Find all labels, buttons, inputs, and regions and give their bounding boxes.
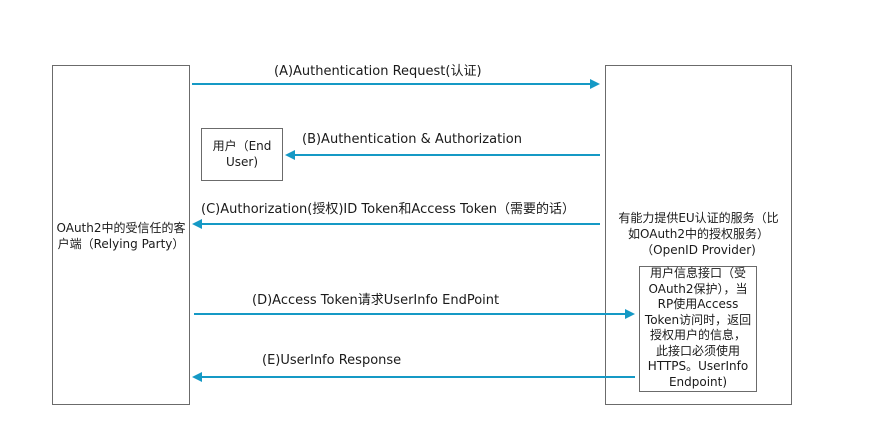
arrow-a-head xyxy=(590,79,600,89)
userinfo-endpoint-label: 用户信息接口（受 OAuth2保护），当 RP使用Access Token访问时… xyxy=(644,266,752,389)
arrow-e-head xyxy=(192,372,202,382)
openid-provider-label: 有能力提供EU认证的服务（比 如OAuth2中的授权服务） （OpenID Pr… xyxy=(618,211,779,257)
message-a-label: (A)Authentication Request(认证) xyxy=(274,64,482,79)
arrow-d-head xyxy=(625,309,635,319)
arrow-b-head xyxy=(285,150,295,160)
message-c-label: (C)Authorization(授权)ID Token和Access Toke… xyxy=(201,202,576,217)
relying-party-label: OAuth2中的受信任的客 户端（Relying Party） xyxy=(56,221,186,251)
message-b-label: (B)Authentication & Authorization xyxy=(302,132,522,147)
arrow-c-head xyxy=(192,219,202,229)
end-user-label: 用户（End User) xyxy=(212,139,272,169)
message-e-label: (E)UserInfo Response xyxy=(262,353,402,368)
message-d-label: (D)Access Token请求UserInfo EndPoint xyxy=(252,293,500,308)
